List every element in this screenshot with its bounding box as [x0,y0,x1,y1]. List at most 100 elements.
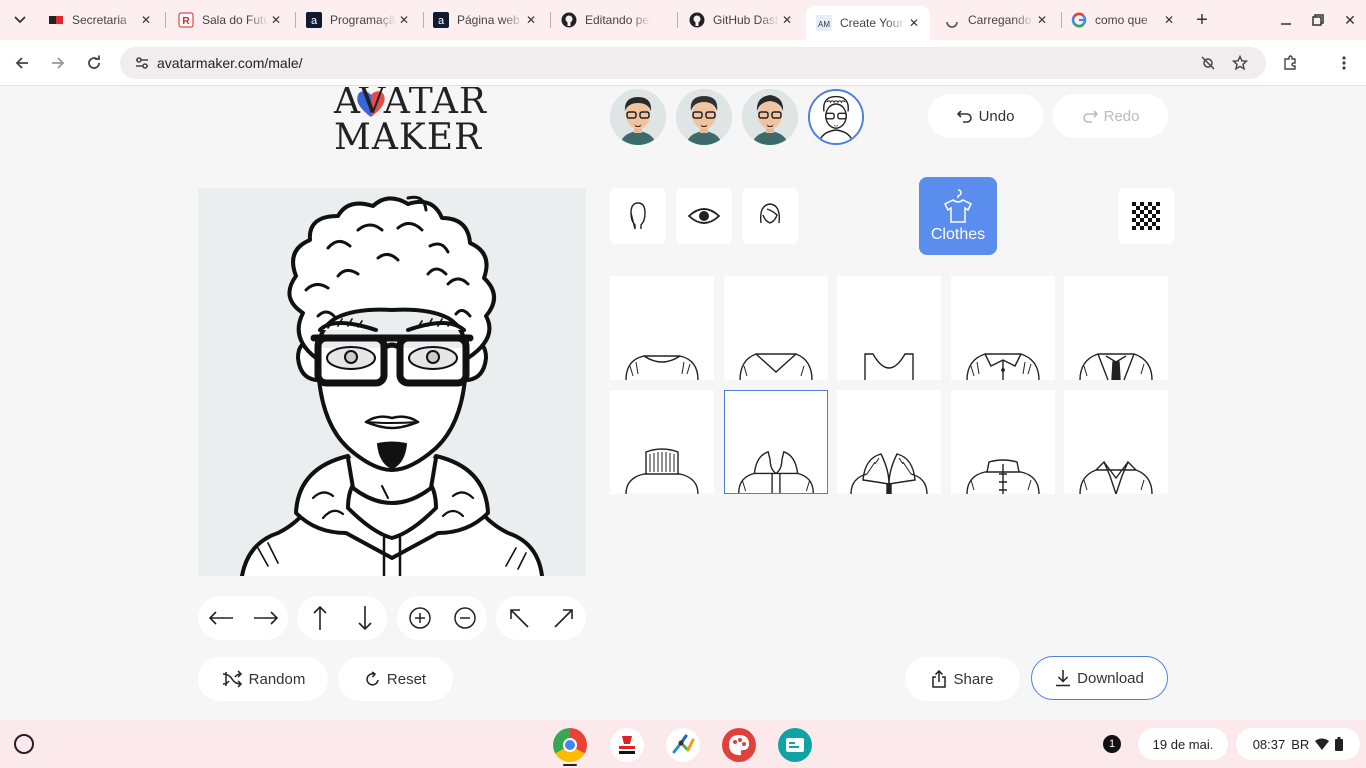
preset-avatar-2[interactable] [676,89,732,145]
new-tab-icon[interactable]: + [1190,8,1214,32]
preset-avatar-3[interactable] [742,89,798,145]
rotate-right-button[interactable] [544,598,584,638]
battery-icon [1335,737,1344,751]
more-menu-icon[interactable] [1332,51,1356,75]
tab-carregando[interactable]: Carregando... ✕ [934,6,1058,34]
category-eyes-button[interactable] [676,188,732,244]
tab-pagina-web[interactable]: a Página web ✕ [423,6,547,34]
zoom-out-icon [453,607,476,629]
close-tab-icon[interactable]: ✕ [523,12,539,28]
share-icon [932,670,947,688]
tab-secretaria[interactable]: Secretaria ✕ [38,6,162,34]
tab-title: Carregando... [968,13,1034,27]
clothes-option-fur-collar-coat[interactable] [837,390,941,494]
avatarmaker-logo[interactable]: AVATAR MAKER [334,87,486,158]
redo-label: Redo [1103,107,1140,125]
rotate-controls [496,596,586,640]
logo-line-2: MAKER [334,117,483,158]
avatarmaker-icon: AM [816,15,832,31]
clothes-option-mandarin-collar[interactable] [951,390,1055,494]
move-up-button[interactable] [300,598,340,638]
category-head-button[interactable] [610,188,666,244]
chrome-app-icon[interactable] [553,728,587,762]
close-tab-icon[interactable]: ✕ [779,12,795,28]
system-tray[interactable]: 08:37 BR [1236,728,1360,760]
close-tab-icon[interactable]: ✕ [396,12,412,28]
clothes-option-scoop-neck[interactable] [837,276,941,380]
reload-icon[interactable] [82,51,106,75]
reset-button[interactable]: Reset [338,657,453,701]
extensions-icon[interactable] [1278,51,1302,75]
tab-sala-do-futuro[interactable]: R Sala do Futuro ✕ [168,6,292,34]
clothes-option-crew-neck[interactable] [610,276,714,380]
svg-text:a: a [438,15,445,27]
arrow-up-right-icon [553,609,573,628]
clothes-option-turtleneck[interactable] [610,390,714,494]
share-button[interactable]: Share [905,657,1020,701]
tab-search-dropdown-icon[interactable] [8,8,32,32]
notification-indicator[interactable]: 1 [1096,728,1128,760]
undo-label: Undo [978,107,1015,125]
undo-button[interactable]: Undo [928,94,1043,138]
avatarmaker-page: AVATAR MAKER Undo Redo Clothes Random Re… [0,87,1366,720]
date-tray[interactable]: 19 de mai. [1138,728,1228,760]
zoom-in-button[interactable] [400,598,440,638]
background-transparency-button[interactable] [1118,188,1174,244]
close-window-icon[interactable]: ✕ [1338,8,1362,32]
sala-do-futuro-app-icon[interactable] [610,728,644,762]
rotate-left-button[interactable] [499,598,539,638]
red-flag-icon [49,16,63,24]
tab-github-dashboard[interactable]: GitHub Dashboard ✕ [679,6,803,34]
launcher-icon[interactable] [14,734,34,754]
download-button[interactable]: Download [1031,656,1168,700]
browser-toolbar: avatarmaker.com/male/ [0,40,1366,86]
url-text[interactable]: avatarmaker.com/male/ [157,55,303,71]
minimize-icon[interactable] [1274,8,1298,32]
move-right-button[interactable] [246,598,286,638]
arrow-left-icon [208,611,233,625]
paint-app-icon[interactable] [722,728,756,762]
os-shelf: 1 19 de mai. 08:37 BR [0,720,1366,768]
clothes-option-hoodie-selected[interactable] [724,390,828,494]
category-hair-button[interactable] [742,188,798,244]
network-app-icon[interactable] [666,728,700,762]
close-tab-icon[interactable]: ✕ [906,15,922,31]
google-icon [1071,12,1087,28]
back-icon[interactable] [10,51,34,75]
address-bar[interactable]: avatarmaker.com/male/ [120,47,1266,79]
close-tab-icon[interactable]: ✕ [138,12,154,28]
preset-avatar-4-selected[interactable] [808,89,864,145]
tab-create-your-avatar[interactable]: AM Create Your Avatar ✕ [806,6,930,40]
move-left-button[interactable] [201,598,241,638]
clothes-option-collared-shirt[interactable] [951,276,1055,380]
tab-programacao[interactable]: a Programação ✕ [296,6,420,34]
reset-icon [366,671,379,686]
bookmark-star-icon[interactable] [1230,53,1250,73]
github-icon [561,12,577,28]
random-button[interactable]: Random [198,657,328,701]
move-down-button[interactable] [345,598,385,638]
tab-como-que[interactable]: como que ✕ [1061,6,1185,34]
restore-icon[interactable] [1306,8,1330,32]
alura-icon: a [306,12,322,28]
eye-icon [687,208,721,224]
clothes-option-open-collar-jacket[interactable] [1064,390,1168,494]
close-tab-icon[interactable]: ✕ [1161,12,1177,28]
category-clothes-button[interactable]: Clothes [919,177,997,255]
arrow-up-icon [312,605,327,630]
classroom-app-icon[interactable] [778,728,812,762]
clothes-option-suit-and-tie[interactable] [1064,276,1168,380]
preset-avatar-1[interactable] [610,89,666,145]
zoom-out-button[interactable] [445,598,485,638]
tracking-protection-icon[interactable] [1198,53,1218,73]
close-tab-icon[interactable]: ✕ [1034,12,1050,28]
forward-icon[interactable] [46,51,70,75]
loading-icon [946,21,958,28]
redo-button[interactable]: Redo [1053,94,1168,138]
close-tab-icon[interactable]: ✕ [268,12,284,28]
clothes-option-v-neck[interactable] [724,276,828,380]
tab-editando-perfil[interactable]: Editando perfil ✕ [551,6,675,34]
site-info-icon[interactable] [134,55,150,71]
svg-text:a: a [311,15,318,27]
redo-icon [1082,110,1098,123]
